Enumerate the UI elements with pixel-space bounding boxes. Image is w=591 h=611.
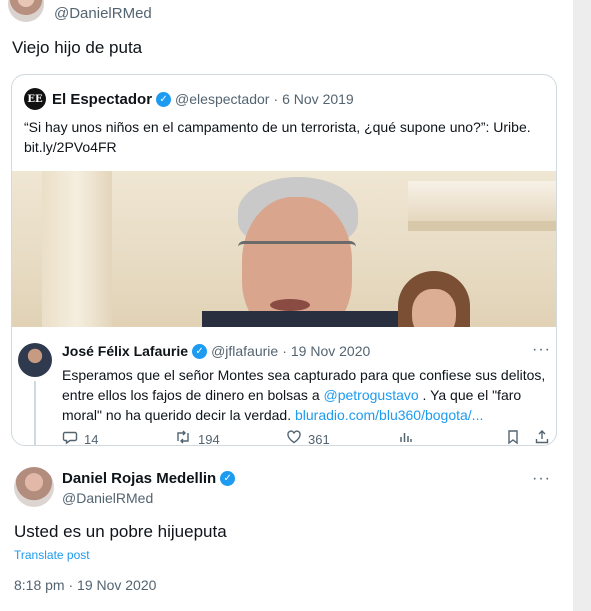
translate-post-link[interactable]: Translate post xyxy=(14,548,90,562)
bookmark-button[interactable] xyxy=(506,429,526,445)
verified-badge-icon: ✓ xyxy=(192,343,208,359)
avatar[interactable] xyxy=(14,467,54,507)
photo-man-glasses xyxy=(238,241,356,261)
reply-button[interactable]: 14 xyxy=(62,429,99,446)
author-handle[interactable]: @DanielRMed xyxy=(54,5,152,22)
photo-woman-face xyxy=(412,289,456,327)
quoted-date[interactable]: 6 Nov 2019 xyxy=(282,91,354,107)
reply-header: José Félix Lafaurie ✓ @jflafaurie · 19 N… xyxy=(62,343,370,359)
retweet-count: 194 xyxy=(198,431,220,446)
main-author-row: Daniel Rojas Medellin ✓ xyxy=(62,470,239,487)
retweet-icon xyxy=(174,429,192,445)
el-espectador-logo[interactable]: EE xyxy=(24,88,46,110)
more-options-icon[interactable]: ··· xyxy=(532,470,551,488)
author-handle[interactable]: @DanielRMed xyxy=(62,490,153,506)
author-name[interactable]: Daniel Rojas Medellin xyxy=(62,470,216,487)
quoted-tweet-photo[interactable] xyxy=(12,171,556,327)
views-icon xyxy=(398,429,414,445)
tweet-actions-bar: 14 194 361 xyxy=(62,429,552,446)
reply-author-avatar[interactable] xyxy=(18,343,52,377)
tweet-timestamp[interactable]: 8:18 pm · 19 Nov 2020 xyxy=(14,577,156,593)
share-icon xyxy=(534,429,550,445)
photo-cornice xyxy=(408,181,556,221)
quoted-tweet-header: EE El Espectador ✓ @elespectador · 6 Nov… xyxy=(24,88,354,110)
reply-tweet-text: Esperamos que el señor Montes sea captur… xyxy=(62,365,552,425)
photo-man-suit xyxy=(202,311,422,327)
like-count: 361 xyxy=(308,431,330,446)
thread-connector-line xyxy=(34,381,36,445)
reply-author-name[interactable]: José Félix Lafaurie xyxy=(62,343,188,359)
quoted-tweet-card[interactable]: EE El Espectador ✓ @elespectador · 6 Nov… xyxy=(11,74,557,446)
tweet-page: @DanielRMed Viejo hijo de puta EE El Esp… xyxy=(0,0,591,611)
photo-cornice-band xyxy=(408,221,556,231)
separator-dot: · xyxy=(273,91,279,107)
tweet-text: Viejo hijo de puta xyxy=(12,38,143,57)
article-link[interactable]: bluradio.com/blu360/bogota/... xyxy=(295,407,483,423)
retweet-button[interactable]: 194 xyxy=(174,429,220,446)
scrollbar-track[interactable] xyxy=(573,0,591,611)
quoted-author-handle[interactable]: @elespectador xyxy=(175,91,269,107)
reply-date[interactable]: 19 Nov 2020 xyxy=(291,343,370,359)
reply-icon xyxy=(62,429,78,445)
bookmark-icon xyxy=(506,429,520,445)
reply-count: 14 xyxy=(84,431,99,446)
quoted-author-name[interactable]: El Espectador xyxy=(52,91,152,108)
share-button[interactable] xyxy=(534,429,556,445)
photo-column xyxy=(42,171,112,327)
separator-dot: · xyxy=(282,343,287,359)
mention-link[interactable]: @petrogustavo xyxy=(324,387,419,403)
reply-author-handle[interactable]: @jflafaurie xyxy=(211,343,278,359)
verified-badge-icon: ✓ xyxy=(156,91,172,107)
avatar[interactable] xyxy=(8,0,44,22)
tweet-text: Usted es un pobre hijueputa xyxy=(14,522,227,541)
photo-man-mouth xyxy=(270,299,310,311)
quoted-tweet-text: “Si hay unos niños en el campamento de u… xyxy=(24,119,531,155)
heart-icon xyxy=(286,429,302,445)
more-options-icon[interactable]: ··· xyxy=(532,341,551,359)
views-button[interactable] xyxy=(398,429,420,445)
verified-badge-icon: ✓ xyxy=(220,471,236,486)
like-button[interactable]: 361 xyxy=(286,429,330,446)
